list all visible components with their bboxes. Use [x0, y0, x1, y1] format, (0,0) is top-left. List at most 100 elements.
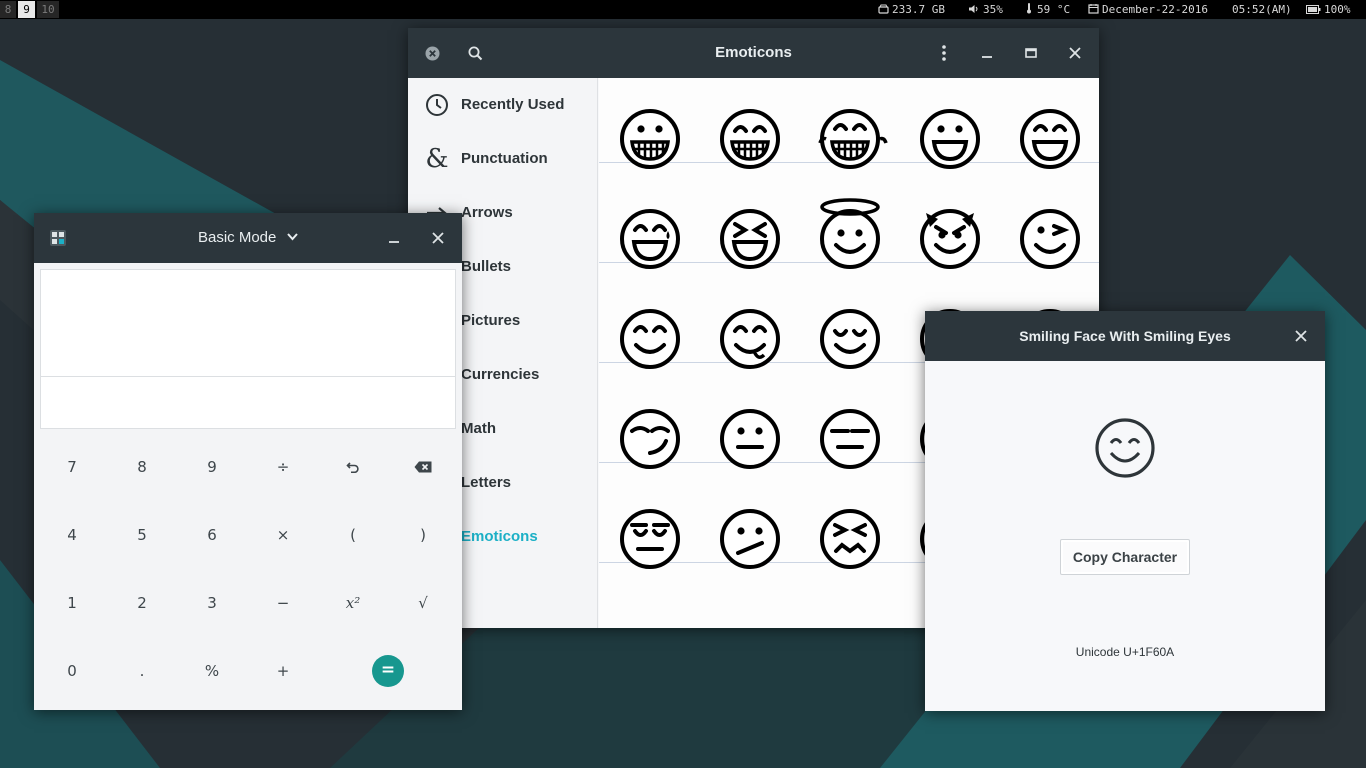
- emoticon-smiling-imp[interactable]: [899, 178, 999, 278]
- disk-indicator: 233.7 GB: [878, 0, 945, 19]
- emoticon-joy[interactable]: [799, 78, 899, 178]
- emoticon-relieved[interactable]: [799, 278, 899, 378]
- emoticon-grinning-squint-teeth[interactable]: [699, 78, 799, 178]
- smiling-imp-icon: [920, 209, 980, 269]
- copy-character-button[interactable]: Copy Character: [1060, 539, 1190, 575]
- emoticon-yum[interactable]: [699, 278, 799, 378]
- key-6[interactable]: 6: [177, 510, 247, 560]
- expressionless-icon: [820, 409, 880, 469]
- category-punctuation[interactable]: & Punctuation: [408, 132, 598, 186]
- category-label: Punctuation: [461, 150, 548, 167]
- display-divider: [41, 376, 455, 377]
- emoticon-sweat-smile[interactable]: [599, 178, 699, 278]
- key-decimal[interactable]: .: [107, 646, 177, 696]
- joy-icon: [818, 109, 888, 169]
- calculator-display[interactable]: [40, 269, 456, 429]
- sweat-smile-icon: [620, 209, 680, 269]
- date-indicator[interactable]: December-22-2016: [1088, 0, 1208, 19]
- ampersand-icon: &: [425, 144, 449, 174]
- key-4[interactable]: 4: [37, 510, 107, 560]
- window-titlebar[interactable]: Emoticons: [408, 28, 1099, 78]
- emoticon-neutral[interactable]: [699, 378, 799, 478]
- clock-icon: [424, 92, 450, 118]
- emoticon-smirk[interactable]: [599, 378, 699, 478]
- undo-button[interactable]: [318, 442, 388, 492]
- emoticon-blush[interactable]: [599, 278, 699, 378]
- key-multiply[interactable]: ×: [248, 510, 318, 560]
- key-percent[interactable]: %: [177, 646, 247, 696]
- category-label: Bullets: [461, 258, 512, 275]
- key-add[interactable]: +: [248, 646, 318, 696]
- key-open-paren[interactable]: (: [318, 510, 388, 560]
- innocent-icon: [820, 198, 880, 269]
- equals-button[interactable]: =: [372, 655, 404, 687]
- character-detail-window: Smiling Face With Smiling Eyes Copy Char…: [925, 311, 1325, 711]
- category-label: Emoticons: [461, 528, 538, 545]
- calculator-icon: [50, 230, 66, 246]
- key-8[interactable]: 8: [107, 442, 177, 492]
- laughing-icon: [720, 209, 780, 269]
- backspace-button[interactable]: [388, 442, 458, 492]
- unicode-codepoint: Unicode U+1F60A: [1075, 645, 1175, 659]
- key-5[interactable]: 5: [107, 510, 177, 560]
- key-subtract[interactable]: −: [248, 578, 318, 628]
- emoticon-wink[interactable]: [999, 178, 1099, 278]
- emoticon-smiley[interactable]: [899, 78, 999, 178]
- detail-titlebar[interactable]: Smiling Face With Smiling Eyes: [925, 311, 1325, 361]
- grinning-squint-teeth-icon: [720, 109, 780, 169]
- mode-title: Basic Mode: [198, 229, 277, 246]
- emoticon-grinning[interactable]: [599, 78, 699, 178]
- calculator-app-button[interactable]: [45, 225, 71, 251]
- volume-indicator[interactable]: 35%: [968, 0, 1003, 19]
- confused-icon: [720, 509, 780, 569]
- yum-icon: [720, 309, 780, 369]
- key-7[interactable]: 7: [37, 442, 107, 492]
- emoticon-expressionless[interactable]: [799, 378, 899, 478]
- category-label: Currencies: [461, 366, 540, 383]
- key-3[interactable]: 3: [177, 578, 247, 628]
- clock-indicator[interactable]: 05:52(AM): [1232, 0, 1292, 19]
- close-button[interactable]: [1288, 323, 1314, 349]
- category-label: Arrows: [461, 204, 513, 221]
- close-button[interactable]: [1062, 40, 1088, 66]
- key-2[interactable]: 2: [107, 578, 177, 628]
- disk-icon: [878, 4, 889, 14]
- key-close-paren[interactable]: ): [388, 510, 458, 560]
- blush-icon: [620, 309, 680, 369]
- minimize-button[interactable]: [974, 40, 1000, 66]
- category-recently-used[interactable]: Recently Used: [408, 78, 598, 132]
- menu-button[interactable]: [931, 40, 957, 66]
- close-button[interactable]: [425, 225, 451, 251]
- workspace-8[interactable]: 8: [0, 1, 16, 18]
- vertical-dots-icon: [942, 45, 946, 61]
- emoticon-innocent[interactable]: [799, 178, 899, 278]
- key-square-root[interactable]: √: [388, 578, 458, 628]
- key-9[interactable]: 9: [177, 442, 247, 492]
- minimize-icon: [389, 241, 399, 243]
- key-0[interactable]: 0: [37, 646, 107, 696]
- emoticon-smile[interactable]: [999, 78, 1099, 178]
- emoticon-confused[interactable]: [699, 478, 799, 578]
- mode-selector[interactable]: Basic Mode: [198, 213, 298, 263]
- emoticon-pensive[interactable]: [599, 478, 699, 578]
- category-label: Letters: [461, 474, 512, 491]
- minimize-button[interactable]: [381, 225, 407, 251]
- speaker-icon: [969, 5, 978, 13]
- workspace-9[interactable]: 9: [18, 1, 35, 18]
- key-square[interactable]: x²: [318, 578, 388, 628]
- close-icon: [432, 232, 444, 244]
- minimize-icon: [982, 56, 992, 58]
- smile-icon: [1020, 109, 1080, 169]
- maximize-icon: [1025, 48, 1037, 58]
- smiley-icon: [920, 109, 980, 169]
- key-1[interactable]: 1: [37, 578, 107, 628]
- neutral-icon: [720, 409, 780, 469]
- relieved-icon: [820, 309, 880, 369]
- emoticon-confounded[interactable]: [799, 478, 899, 578]
- calculator-window: Basic Mode 7 8 9 ÷ 4 5 6 × ( ) 1 2 3 − x…: [34, 213, 462, 710]
- calculator-titlebar[interactable]: Basic Mode: [34, 213, 462, 263]
- maximize-button[interactable]: [1018, 40, 1044, 66]
- key-divide[interactable]: ÷: [248, 442, 318, 492]
- workspace-10[interactable]: 10: [37, 1, 59, 18]
- emoticon-laughing[interactable]: [699, 178, 799, 278]
